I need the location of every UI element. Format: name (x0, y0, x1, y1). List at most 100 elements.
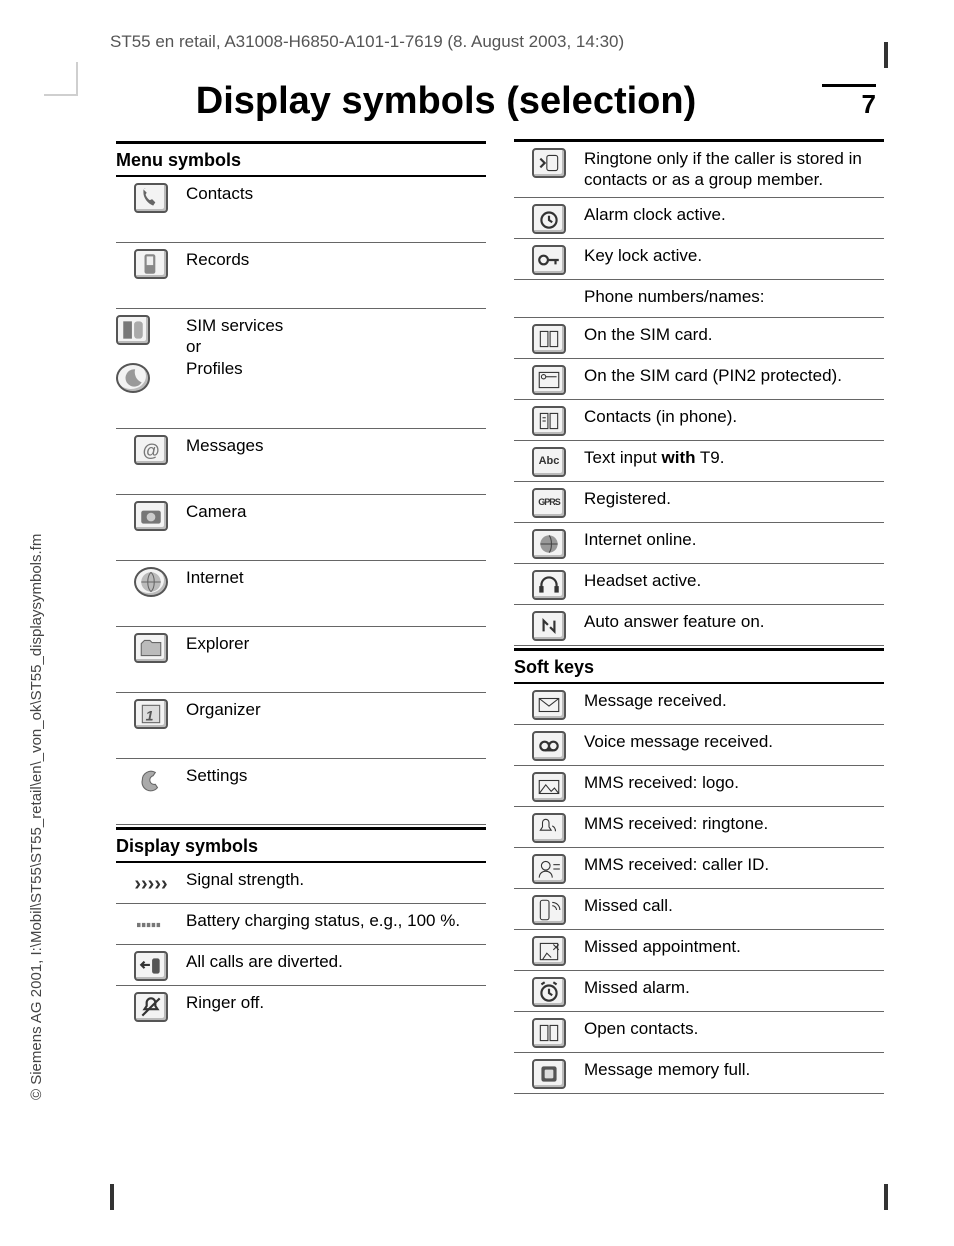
table-row: Phone numbers/names: (514, 280, 884, 318)
display-symbols-heading: Display symbols (116, 827, 486, 863)
signal-icon: ››››› (134, 869, 168, 899)
missed-call-icon (532, 895, 566, 925)
table-row: Settings (116, 759, 486, 825)
item-label: Ringtone only if the caller is stored in… (584, 146, 884, 193)
headset-icon (532, 570, 566, 600)
keylock-icon (532, 245, 566, 275)
autoanswer-icon (532, 611, 566, 641)
table-row: Open contacts. (514, 1012, 884, 1053)
mms-ring-icon (532, 813, 566, 843)
missed-appt-icon (532, 936, 566, 966)
item-label: Key lock active. (584, 243, 884, 268)
alarm-icon (532, 204, 566, 234)
ringer-off-icon (134, 992, 168, 1022)
item-label: Contacts (186, 181, 486, 206)
item-label: Message received. (584, 688, 884, 713)
item-label: Phone numbers/names: (584, 284, 884, 309)
table-row: Missed alarm. (514, 971, 884, 1012)
item-label: Organizer (186, 697, 486, 722)
item-label: Open contacts. (584, 1016, 884, 1041)
item-label: Message memory full. (584, 1057, 884, 1082)
item-label: MMS received: caller ID. (584, 852, 884, 877)
table-row: Alarm clock active. (514, 198, 884, 239)
item-label: Ringer off. (186, 990, 486, 1015)
missed-alarm-icon (532, 977, 566, 1007)
table-row: Missed appointment. (514, 930, 884, 971)
item-label: Records (186, 247, 486, 272)
table-row: On the SIM card (PIN2 protected). (514, 359, 884, 400)
table-row: 1 Organizer (116, 693, 486, 759)
divert-icon (134, 951, 168, 981)
table-row: Auto answer feature on. (514, 605, 884, 646)
settings-icon (134, 765, 168, 795)
explorer-icon (134, 633, 168, 663)
sim-card-icon (532, 324, 566, 354)
table-row: Ringer off. (116, 986, 486, 1026)
table-row: @ Messages (116, 429, 486, 495)
table-row: Voice message received. (514, 725, 884, 766)
table-row: Message received. (514, 684, 884, 725)
item-label: All calls are diverted. (186, 949, 486, 974)
svg-text:@: @ (142, 441, 159, 461)
table-row: MMS received: caller ID. (514, 848, 884, 889)
item-label: MMS received: ringtone. (584, 811, 884, 836)
camera-icon (134, 501, 168, 531)
table-row: Records (116, 243, 486, 309)
right-column: Ringtone only if the caller is stored in… (514, 139, 884, 1094)
table-row: Message memory full. (514, 1053, 884, 1094)
sim-services-icon (116, 315, 150, 345)
svg-text:1: 1 (146, 708, 154, 724)
table-row: MMS received: ringtone. (514, 807, 884, 848)
item-label: Battery charging status, e.g., 100 %. (186, 908, 486, 933)
battery-icon (134, 910, 168, 940)
item-label: Voice message received. (584, 729, 884, 754)
item-label: Explorer (186, 631, 486, 656)
page-title: Display symbols (selection) (110, 80, 782, 123)
item-label: Alarm clock active. (584, 202, 884, 227)
table-row: On the SIM card. (514, 318, 884, 359)
item-label: Headset active. (584, 568, 884, 593)
table-row: MMS received: logo. (514, 766, 884, 807)
open-contacts-icon (532, 1018, 566, 1048)
item-label: Messages (186, 433, 486, 458)
records-icon (134, 249, 168, 279)
messages-icon: @ (134, 435, 168, 465)
item-label: On the SIM card. (584, 322, 884, 347)
item-label: Text input with T9. (584, 445, 884, 470)
table-row: Internet online. (514, 523, 884, 564)
msg-recv-icon (532, 690, 566, 720)
soft-keys-heading: Soft keys (514, 648, 884, 684)
contacts-phone-icon (532, 406, 566, 436)
left-column: Menu symbols Contacts Records SIM servic… (116, 139, 486, 1094)
item-label: Missed call. (584, 893, 884, 918)
menu-symbols-heading: Menu symbols (116, 141, 486, 177)
item-label: Signal strength. (186, 867, 486, 892)
item-label: On the SIM card (PIN2 protected). (584, 363, 884, 388)
item-label: Contacts (in phone). (584, 404, 884, 429)
doc-header: ST55 en retail, A31008-H6850-A101-1-7619… (0, 0, 954, 58)
item-label: MMS received: logo. (584, 770, 884, 795)
item-label: Missed alarm. (584, 975, 884, 1000)
table-row: Contacts (in phone). (514, 400, 884, 441)
sim-pin2-icon (532, 365, 566, 395)
item-label: Missed appointment. (584, 934, 884, 959)
mms-logo-icon (532, 772, 566, 802)
table-row: All calls are diverted. (116, 945, 486, 986)
table-row: SIM services or Profiles (116, 309, 486, 429)
table-row: Missed call. (514, 889, 884, 930)
table-row: ››››› Signal strength. (116, 863, 486, 904)
contacts-icon (134, 183, 168, 213)
table-row: Battery charging status, e.g., 100 %. (116, 904, 486, 945)
table-row: Camera (116, 495, 486, 561)
table-row: Abc Text input with T9. (514, 441, 884, 482)
organizer-icon: 1 (134, 699, 168, 729)
item-label: SIM services or Profiles (186, 313, 486, 381)
item-label: Internet online. (584, 527, 884, 552)
table-row: Headset active. (514, 564, 884, 605)
table-row: Key lock active. (514, 239, 884, 280)
ringtone-caller-icon (532, 148, 566, 178)
item-label: Internet (186, 565, 486, 590)
item-label: Registered. (584, 486, 884, 511)
mms-cid-icon (532, 854, 566, 884)
voicemsg-icon (532, 731, 566, 761)
